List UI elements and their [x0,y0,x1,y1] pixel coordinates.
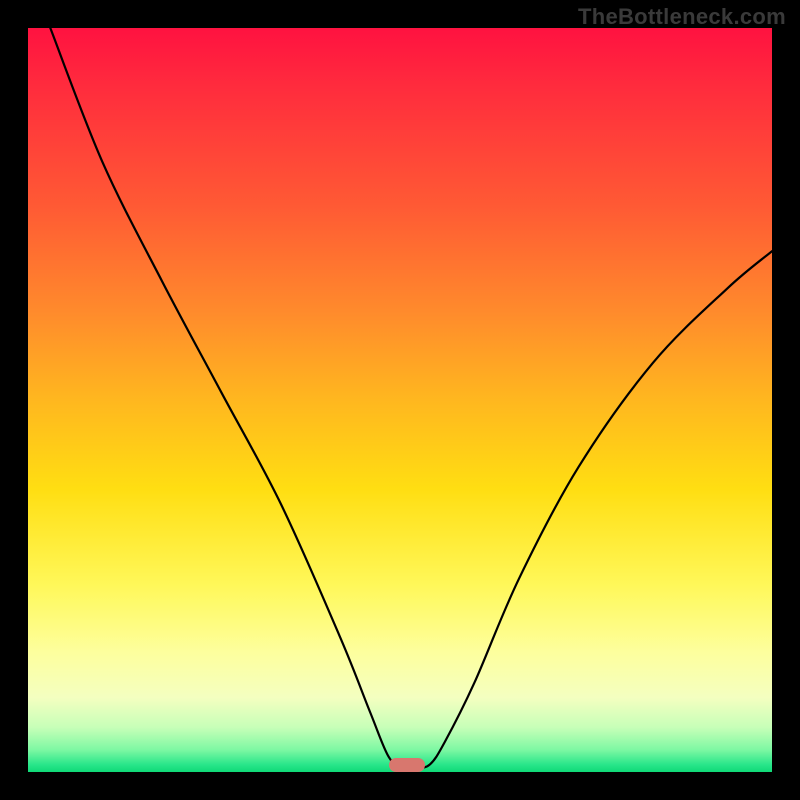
bottleneck-curve [50,28,772,769]
curve-svg [28,28,772,772]
plot-area [28,28,772,772]
optimal-marker [389,758,425,772]
watermark-text: TheBottleneck.com [578,4,786,30]
chart-stage: TheBottleneck.com [0,0,800,800]
